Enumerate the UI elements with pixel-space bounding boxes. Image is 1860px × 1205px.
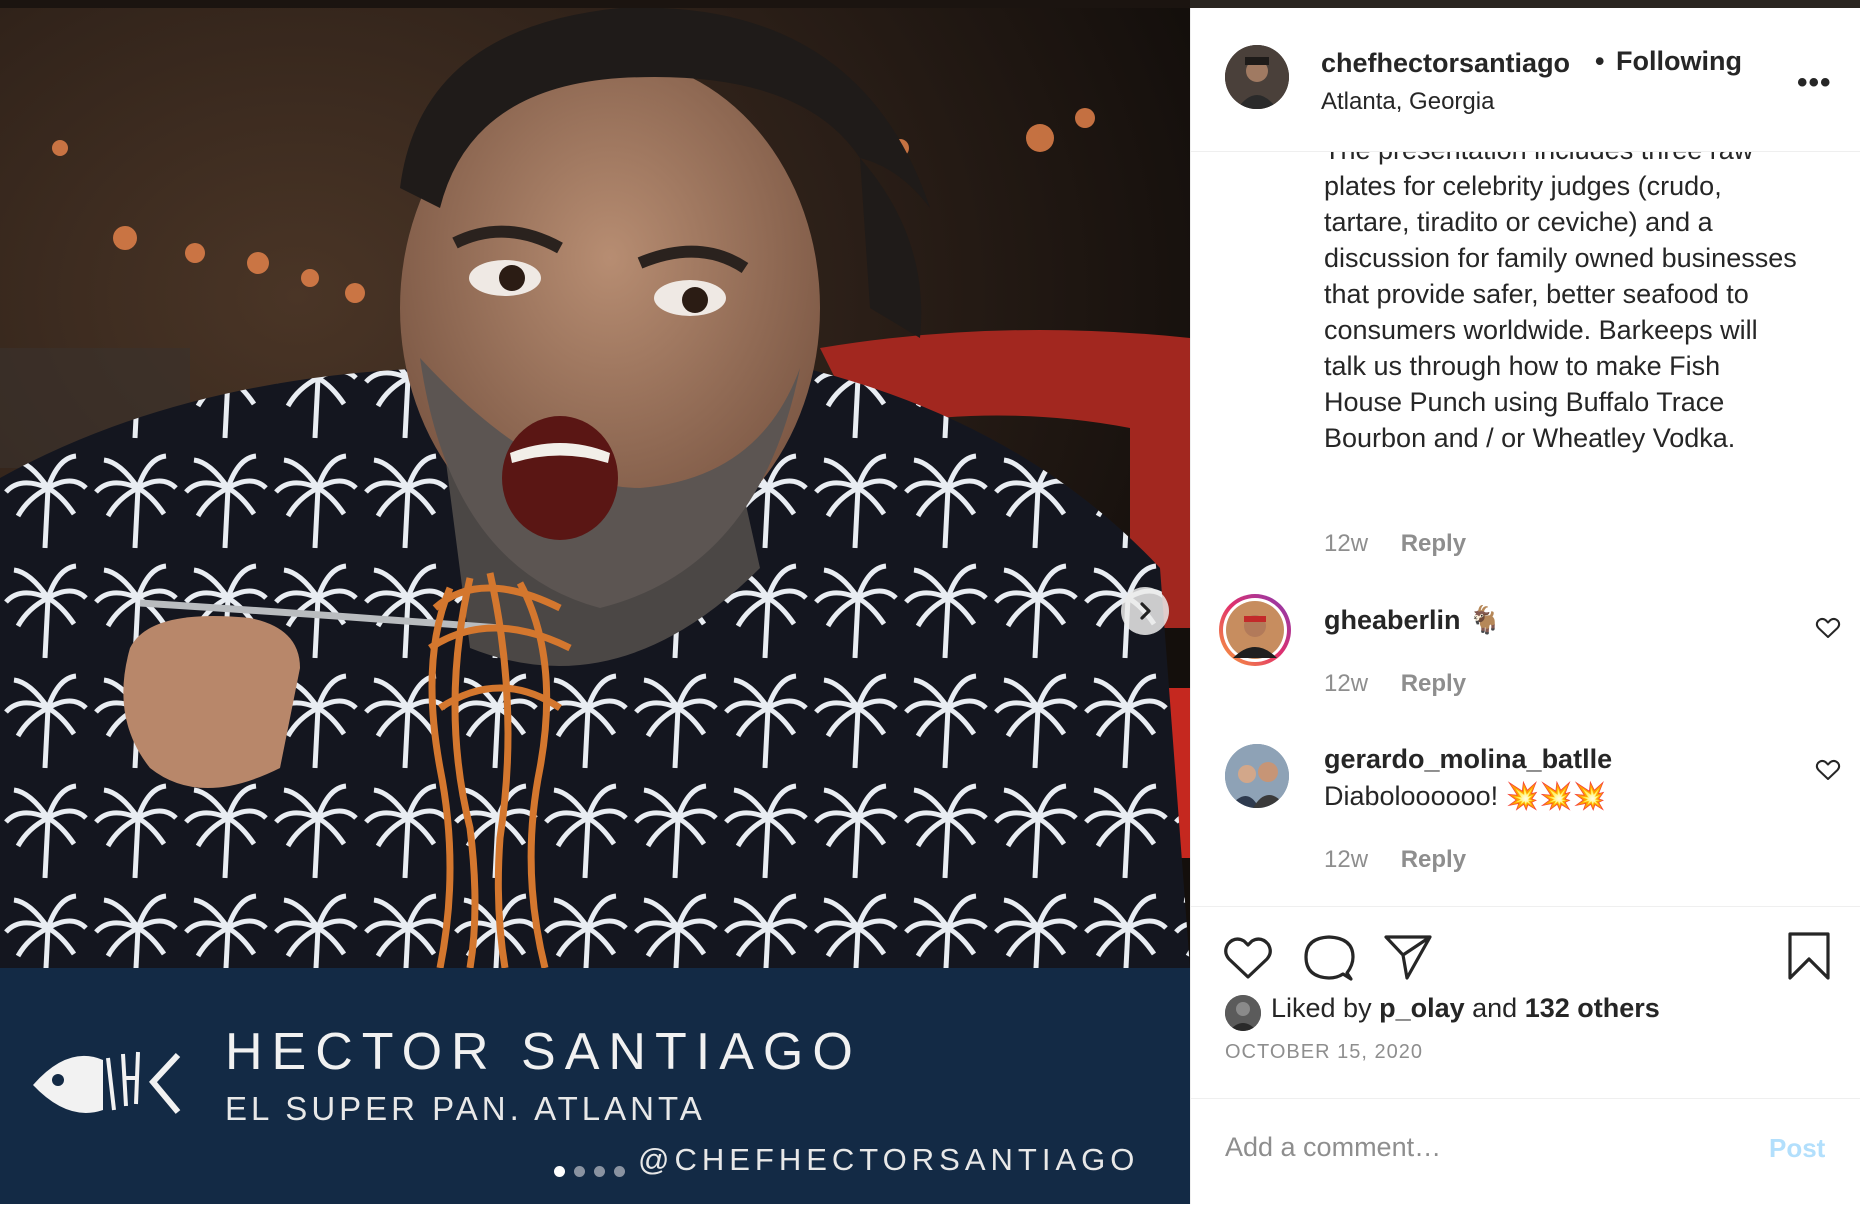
caption-text: The presentation includes three raw plat… [1324,152,1797,453]
carousel-dot [594,1166,605,1177]
liked-by-user-link[interactable]: p_olay [1379,993,1465,1023]
comment-bubble-icon[interactable] [1303,933,1355,983]
caption-age: 12w [1324,530,1369,557]
banner-handle: @CHEFHECTORSANTIAGO [638,1142,1140,1177]
commenter-avatar[interactable] [1219,594,1291,666]
more-options-button[interactable]: ••• [1797,66,1832,100]
commenter-avatar-image [1225,744,1289,808]
comment-username[interactable]: gheaberlin 🐐 [1324,604,1502,636]
fish-logo-icon [33,1051,181,1114]
carousel-dot [554,1166,565,1177]
post-location[interactable]: Atlanta, Georgia [1321,88,1494,116]
banner-name: HECTOR SANTIAGO [225,1023,862,1081]
comment-like-heart-icon[interactable] [1815,616,1841,640]
header-separator: • [1595,46,1605,76]
carousel-indicator [554,1166,625,1177]
next-slide-button[interactable] [1121,587,1169,635]
post-comment-button[interactable]: Post [1769,1133,1825,1164]
instagram-post-view: HECTOR SANTIAGO EL SUPER PAN. ATLANTA @C… [0,0,1860,1204]
comment-username[interactable]: gerardo_molina_batlle [1324,744,1612,775]
comment-age: 12w [1324,846,1369,873]
banner-subtitle: EL SUPER PAN. ATLANTA [225,1090,706,1127]
comment-username-text[interactable]: gheaberlin [1324,605,1461,635]
liked-by-summary: Liked by p_olay and 132 others [1271,993,1660,1024]
comment-like-heart-icon[interactable] [1815,758,1841,782]
author-username[interactable]: chefhectorsantiago [1321,48,1570,79]
carousel-dot [614,1166,625,1177]
comment-text: Diaboloooooo! 💥💥💥 [1324,781,1607,811]
like-heart-icon[interactable] [1223,935,1273,981]
comment-reply-button[interactable]: Reply [1401,846,1466,873]
caption-meta: 12w Reply [1324,530,1466,558]
comment-meta: 12w Reply [1324,670,1466,698]
liked-by-others-link[interactable]: 132 others [1525,993,1660,1023]
comment-reply-button[interactable]: Reply [1401,670,1466,697]
post-media[interactable]: HECTOR SANTIAGO EL SUPER PAN. ATLANTA @C… [0,0,1190,1204]
author-avatar-image [1225,45,1289,109]
comment-age: 12w [1324,670,1369,697]
post-photo [0,8,1190,968]
more-horizontal-icon: ••• [1797,66,1832,99]
comment-meta: 12w Reply [1324,846,1466,874]
add-comment-input[interactable] [1223,1131,1727,1164]
share-paper-plane-icon[interactable] [1383,933,1433,981]
add-comment-bar: Post [1191,1098,1860,1205]
liked-by-mid: and [1464,993,1525,1023]
commenter-avatar-image [1223,598,1287,662]
post-header: chefhectorsantiago • Following Atlanta, … [1191,8,1860,152]
post-date[interactable]: OCTOBER 15, 2020 [1225,1041,1423,1064]
liker-avatar[interactable] [1225,995,1261,1031]
comments-list[interactable]: The presentation includes three raw plat… [1191,152,1860,906]
post-actions: Liked by p_olay and 132 others OCTOBER 1… [1191,906,1860,1107]
chevron-right-icon [1140,602,1151,620]
liker-avatar-image [1225,995,1261,1031]
commenter-avatar[interactable] [1225,744,1289,808]
author-avatar[interactable] [1225,45,1289,109]
save-bookmark-icon[interactable] [1787,931,1831,981]
caption-reply-button[interactable]: Reply [1401,530,1466,557]
following-button[interactable]: Following [1616,46,1742,77]
liked-by-prefix: Liked by [1271,993,1380,1023]
goat-emoji-icon: 🐐 [1468,605,1502,635]
carousel-dot [574,1166,585,1177]
post-side-panel: chefhectorsantiago • Following Atlanta, … [1190,8,1860,1204]
